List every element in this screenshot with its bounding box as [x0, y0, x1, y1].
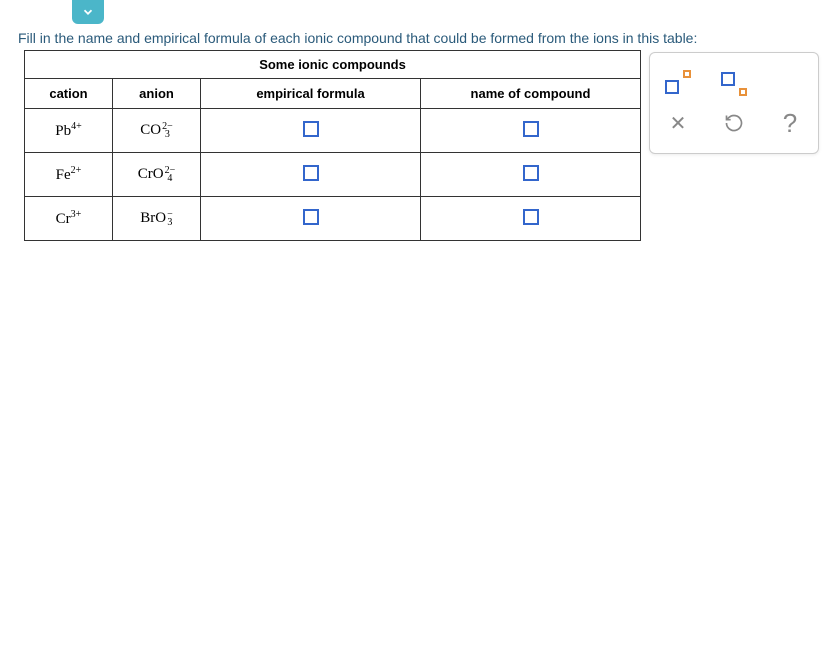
toolbox-panel: ✕ ? — [649, 52, 819, 154]
reset-icon — [724, 113, 744, 133]
header-anion: anion — [113, 79, 201, 109]
table-row: Pb4+ CO2−3 — [25, 109, 641, 153]
reset-button[interactable] — [717, 106, 751, 140]
superscript-icon — [665, 72, 691, 94]
subscript-button[interactable] — [717, 66, 751, 100]
ionic-compounds-table: Some ionic compounds cation anion empiri… — [24, 50, 641, 241]
header-name: name of compound — [421, 79, 641, 109]
help-icon: ? — [783, 108, 797, 139]
superscript-button[interactable] — [661, 66, 695, 100]
anion-cell: CO2−3 — [113, 109, 201, 153]
anion-cell: CrO2−4 — [113, 153, 201, 197]
cation-cell: Fe2+ — [25, 153, 113, 197]
name-input[interactable] — [523, 209, 539, 225]
cation-cell: Pb4+ — [25, 109, 113, 153]
table-row: Fe2+ CrO2−4 — [25, 153, 641, 197]
header-cation: cation — [25, 79, 113, 109]
header-formula: empirical formula — [201, 79, 421, 109]
table-row: Cr3+ BrO−3 — [25, 197, 641, 241]
close-button[interactable]: ✕ — [661, 106, 695, 140]
name-input[interactable] — [523, 121, 539, 137]
close-icon: ✕ — [670, 111, 687, 136]
instruction-text: Fill in the name and empirical formula o… — [18, 30, 697, 46]
formula-input[interactable] — [303, 121, 319, 137]
formula-input[interactable] — [303, 165, 319, 181]
chevron-down-icon — [81, 5, 95, 19]
dropdown-toggle[interactable] — [72, 0, 104, 24]
anion-cell: BrO−3 — [113, 197, 201, 241]
name-input[interactable] — [523, 165, 539, 181]
help-button[interactable]: ? — [773, 106, 807, 140]
formula-input[interactable] — [303, 209, 319, 225]
table-title: Some ionic compounds — [25, 51, 641, 79]
subscript-icon — [721, 72, 747, 94]
cation-cell: Cr3+ — [25, 197, 113, 241]
